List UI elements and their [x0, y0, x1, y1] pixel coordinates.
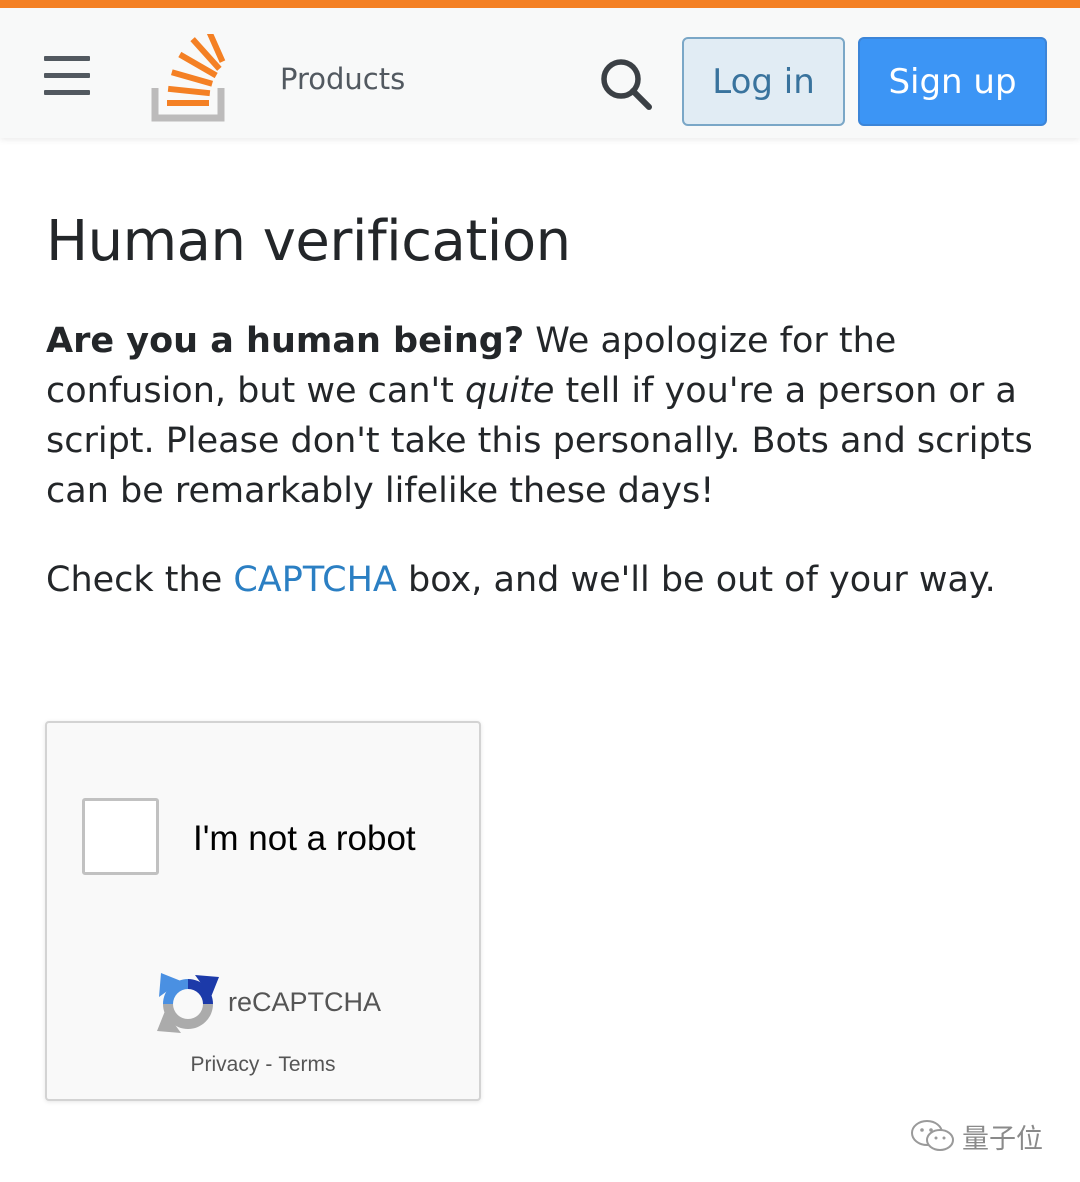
search-icon[interactable]: [598, 56, 654, 112]
sign-up-button[interactable]: Sign up: [858, 37, 1047, 126]
page-title: Human verification: [46, 209, 571, 274]
recaptcha-logo-icon: [157, 973, 219, 1033]
recaptcha-brand: reCAPTCHA: [228, 987, 382, 1017]
captcha-instruction: Check the CAPTCHA box, and we'll be out …: [46, 555, 1056, 605]
recaptcha-links: Privacy - Terms: [47, 1053, 479, 1077]
verification-explanation: Are you a human being? We apologize for …: [46, 316, 1056, 516]
log-in-button[interactable]: Log in: [682, 37, 845, 126]
terms-link[interactable]: Terms: [278, 1053, 335, 1076]
check-text-1: Check the: [46, 560, 234, 600]
links-separator: -: [265, 1053, 273, 1076]
intro-question: Are you a human being?: [46, 321, 525, 361]
intro-emphasis: quite: [465, 371, 555, 411]
check-text-2: box, and we'll be out of your way.: [396, 560, 996, 600]
products-menu[interactable]: Products: [280, 62, 405, 96]
privacy-link[interactable]: Privacy: [190, 1053, 259, 1076]
recaptcha-checkbox[interactable]: [82, 798, 159, 875]
captcha-link[interactable]: CAPTCHA: [233, 560, 397, 600]
watermark-text: 量子位: [962, 1123, 1043, 1155]
recaptcha-checkbox-label[interactable]: I'm not a robot: [193, 819, 416, 859]
top-bar: Products Log in Sign up: [0, 0, 1080, 138]
wechat-icon: [911, 1120, 954, 1151]
hamburger-menu-icon[interactable]: [44, 56, 90, 96]
watermark: 量子位: [910, 1116, 1043, 1156]
recaptcha-widget: I'm not a robot reCAPTCHA Privacy - Terms: [45, 721, 481, 1101]
stack-overflow-logo[interactable]: [150, 34, 230, 126]
